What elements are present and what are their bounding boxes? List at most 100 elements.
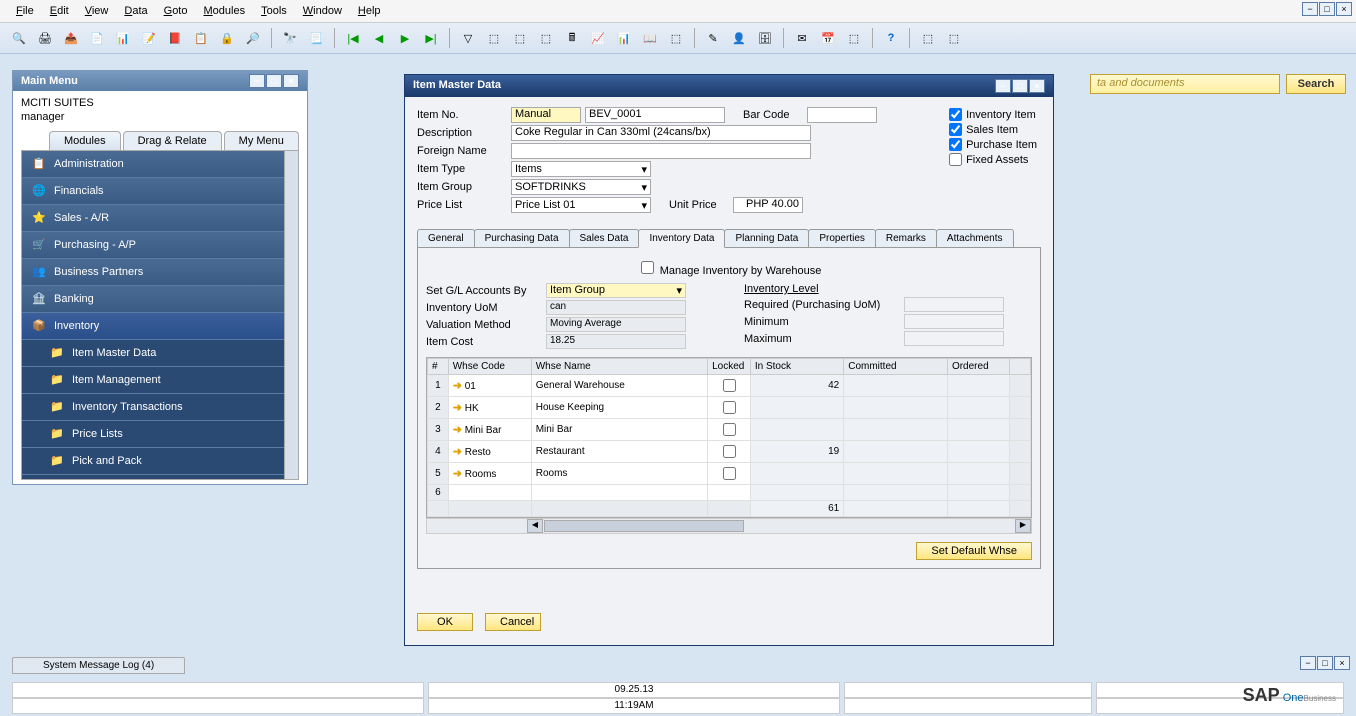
uom-input[interactable]: can bbox=[546, 300, 686, 315]
scroll-right-icon[interactable]: ▶ bbox=[1015, 519, 1031, 533]
col-stock[interactable]: In Stock bbox=[750, 359, 843, 375]
set-default-whse-button[interactable]: Set Default Whse bbox=[916, 542, 1032, 560]
table-row[interactable]: 5 ➜ Rooms Rooms bbox=[428, 463, 1031, 485]
item-cost-input[interactable]: 18.25 bbox=[546, 334, 686, 349]
check-manage-whse[interactable] bbox=[641, 261, 654, 274]
foreign-input[interactable] bbox=[511, 143, 811, 159]
chart-icon[interactable]: 📊 bbox=[613, 27, 635, 49]
table-row[interactable]: 2 ➜ HK House Keeping bbox=[428, 397, 1031, 419]
minimize-icon[interactable]: − bbox=[1302, 2, 1318, 16]
locked-checkbox[interactable] bbox=[723, 379, 736, 392]
ok-button[interactable]: OK bbox=[417, 613, 473, 631]
win-minimize-icon[interactable]: − bbox=[995, 79, 1011, 93]
minimum-input[interactable] bbox=[904, 314, 1004, 329]
required-input[interactable] bbox=[904, 297, 1004, 312]
nav-item-mgmt[interactable]: 📁Item Management bbox=[22, 367, 298, 394]
col-name[interactable]: Whse Name bbox=[531, 359, 707, 375]
ws-maximize-icon[interactable]: □ bbox=[1317, 656, 1333, 670]
user-icon[interactable]: 👤 bbox=[728, 27, 750, 49]
panel-close-icon[interactable]: × bbox=[283, 74, 299, 88]
close-icon[interactable]: × bbox=[1336, 2, 1352, 16]
tool6-icon[interactable]: ⬚ bbox=[943, 27, 965, 49]
tab-attachments[interactable]: Attachments bbox=[936, 229, 1014, 247]
tab-sales-data[interactable]: Sales Data bbox=[569, 229, 640, 247]
price-list-select[interactable]: Price List 01▾ bbox=[511, 197, 651, 213]
system-message-log[interactable]: System Message Log (4) bbox=[12, 657, 185, 674]
locked-checkbox[interactable] bbox=[723, 445, 736, 458]
link-arrow-icon[interactable]: ➜ bbox=[453, 380, 462, 392]
search-button[interactable]: Search bbox=[1286, 74, 1346, 94]
col-ordered[interactable]: Ordered bbox=[947, 359, 1009, 375]
ws-close-icon[interactable]: × bbox=[1334, 656, 1350, 670]
unit-price-input[interactable]: PHP 40.00 bbox=[733, 197, 803, 213]
last-icon[interactable]: ▶| bbox=[420, 27, 442, 49]
new-icon[interactable]: 📃 bbox=[305, 27, 327, 49]
desc-input[interactable]: Coke Regular in Can 330ml (24cans/bx) bbox=[511, 125, 811, 141]
nav-item-master[interactable]: 📁Item Master Data bbox=[22, 340, 298, 367]
calc-icon[interactable]: 🖩 bbox=[561, 27, 583, 49]
next-icon[interactable]: ▶ bbox=[394, 27, 416, 49]
excel-icon[interactable]: 📊 bbox=[112, 27, 134, 49]
filter-icon[interactable]: ▽ bbox=[457, 27, 479, 49]
tab-general[interactable]: General bbox=[417, 229, 475, 247]
win-close-icon[interactable]: × bbox=[1029, 79, 1045, 93]
doc2-icon[interactable]: 📋 bbox=[190, 27, 212, 49]
tool2-icon[interactable]: ⬚ bbox=[509, 27, 531, 49]
nav-inv-reports[interactable]: 📁Inventory Reports bbox=[22, 475, 298, 480]
menu-help[interactable]: Help bbox=[350, 2, 389, 20]
menu-file[interactable]: File bbox=[8, 2, 42, 20]
nav-pick-pack[interactable]: 📁Pick and Pack bbox=[22, 448, 298, 475]
word-icon[interactable]: 📝 bbox=[138, 27, 160, 49]
menu-tools[interactable]: Tools bbox=[253, 2, 295, 20]
table-row[interactable]: 1 ➜ 01 General Warehouse 42 bbox=[428, 375, 1031, 397]
print-icon[interactable]: 🖨 bbox=[34, 27, 56, 49]
find-icon[interactable]: 🔎 bbox=[242, 27, 264, 49]
tool5-icon[interactable]: ⬚ bbox=[917, 27, 939, 49]
locked-checkbox[interactable] bbox=[723, 423, 736, 436]
locked-checkbox[interactable] bbox=[723, 401, 736, 414]
tab-modules[interactable]: Modules bbox=[49, 131, 121, 150]
nav-financials[interactable]: 🌐Financials bbox=[22, 178, 298, 205]
tab-planning[interactable]: Planning Data bbox=[724, 229, 809, 247]
panel-maximize-icon[interactable]: □ bbox=[266, 74, 282, 88]
org-icon[interactable]: ⬚ bbox=[843, 27, 865, 49]
win-maximize-icon[interactable]: □ bbox=[1012, 79, 1028, 93]
nav-purchasing[interactable]: 🛒Purchasing - A/P bbox=[22, 232, 298, 259]
tab-drag-relate[interactable]: Drag & Relate bbox=[123, 131, 222, 150]
help-icon[interactable]: ? bbox=[880, 27, 902, 49]
nav-administration[interactable]: 📋Administration bbox=[22, 151, 298, 178]
prev-icon[interactable]: ◀ bbox=[368, 27, 390, 49]
search-input[interactable]: ta and documents bbox=[1090, 74, 1280, 94]
barcode-input[interactable] bbox=[807, 107, 877, 123]
item-group-select[interactable]: SOFTDRINKS▾ bbox=[511, 179, 651, 195]
menu-modules[interactable]: Modules bbox=[195, 2, 253, 20]
check-purchase[interactable] bbox=[949, 138, 962, 151]
doc1-icon[interactable]: 📄 bbox=[86, 27, 108, 49]
binoculars-icon[interactable]: 🔭 bbox=[279, 27, 301, 49]
nav-sales[interactable]: ⭐Sales - A/R bbox=[22, 205, 298, 232]
table-hscroll[interactable]: ◀ ▶ bbox=[426, 518, 1032, 534]
first-icon[interactable]: |◀ bbox=[342, 27, 364, 49]
ws-minimize-icon[interactable]: − bbox=[1300, 656, 1316, 670]
pdf-icon[interactable]: 📕 bbox=[164, 27, 186, 49]
check-sales[interactable] bbox=[949, 123, 962, 136]
edit-icon[interactable]: ✎ bbox=[702, 27, 724, 49]
menu-window[interactable]: Window bbox=[295, 2, 350, 20]
set-gl-select[interactable]: Item Group▾ bbox=[546, 283, 686, 298]
calendar-icon[interactable]: 📅 bbox=[817, 27, 839, 49]
link-arrow-icon[interactable]: ➜ bbox=[453, 446, 462, 458]
item-no-input[interactable]: BEV_0001 bbox=[585, 107, 725, 123]
col-locked[interactable]: Locked bbox=[708, 359, 751, 375]
menu-goto[interactable]: Goto bbox=[156, 2, 196, 20]
db-icon[interactable]: 🗄 bbox=[754, 27, 776, 49]
panel-minimize-icon[interactable]: − bbox=[249, 74, 265, 88]
book-icon[interactable]: 📖 bbox=[639, 27, 661, 49]
check-inventory[interactable] bbox=[949, 108, 962, 121]
link-arrow-icon[interactable]: ➜ bbox=[453, 402, 462, 414]
mail-icon[interactable]: ✉ bbox=[791, 27, 813, 49]
cancel-button[interactable]: Cancel bbox=[485, 613, 541, 631]
col-num[interactable]: # bbox=[428, 359, 449, 375]
link-arrow-icon[interactable]: ➜ bbox=[453, 424, 462, 436]
menu-data[interactable]: Data bbox=[116, 2, 155, 20]
tab-purchasing[interactable]: Purchasing Data bbox=[474, 229, 570, 247]
